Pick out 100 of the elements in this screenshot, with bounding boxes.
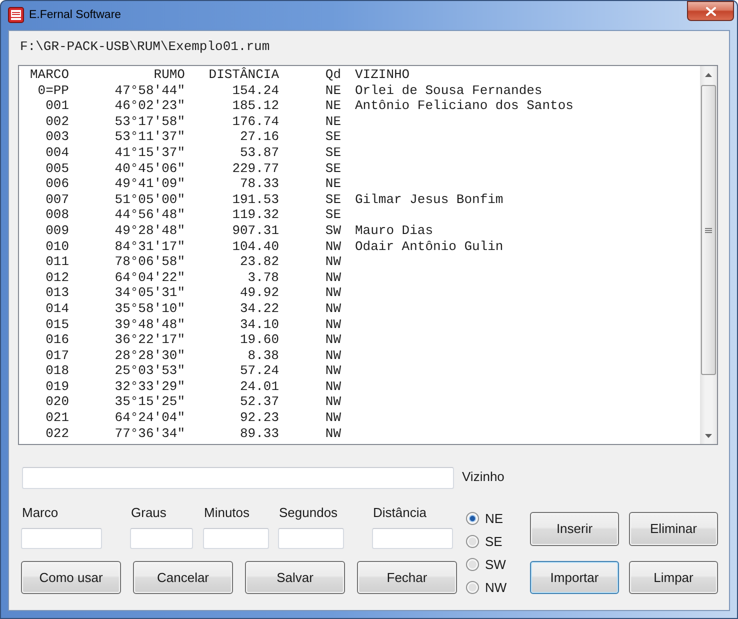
table-cell-text: 014 [44, 300, 69, 316]
table-cell-text: NW [324, 300, 341, 316]
table-cell-text: 004 [44, 144, 69, 161]
table-cell-text: 28°28'30" [114, 348, 185, 364]
dialog-button[interactable]: Como usar [21, 561, 121, 594]
dialog-button[interactable]: Inserir [530, 512, 619, 546]
table-cell-text: 012 [44, 270, 69, 286]
table-cell-text: 53°17'58" [114, 114, 185, 130]
table-cell-text: 022 [44, 426, 69, 442]
table-cell-text: SE [324, 207, 341, 223]
table-cell-text: 47°58'44" [114, 82, 185, 98]
dialog-button[interactable]: Fechar [357, 561, 457, 594]
table-cell-text: 185.12 [231, 98, 279, 114]
table-cell-text: NW [324, 410, 341, 426]
table-cell-text: 104.40 [231, 238, 279, 254]
close-button[interactable] [687, 1, 734, 21]
table-cell-text: NW [324, 394, 341, 410]
column-header: DISTÂNCIA [208, 67, 279, 83]
table-cell-text: 005 [44, 160, 69, 176]
column-header: MARCO [28, 67, 69, 83]
table-cell-text: 018 [44, 363, 69, 379]
dialog-button[interactable]: Limpar [629, 561, 718, 594]
table-cell-text: 64°04'22" [114, 270, 185, 286]
table-cell-text: 25°03'53" [114, 363, 185, 379]
text-field[interactable] [203, 528, 269, 549]
table-cell-text: 92.23 [238, 410, 279, 426]
table-cell-text: SE [324, 160, 341, 176]
arrow-down-icon [705, 434, 712, 438]
text-field[interactable] [130, 528, 193, 549]
table-cell-text: 3.78 [246, 270, 279, 286]
text-field[interactable] [372, 528, 453, 549]
table-cell-text: NW [324, 363, 341, 379]
table-cell-text: 013 [44, 285, 69, 301]
table-cell-text: 010 [44, 238, 69, 254]
table-cell-text: 008 [44, 207, 69, 223]
table-cell-text: 016 [44, 332, 69, 348]
table-cell-text: NW [324, 332, 341, 348]
table-cell-text: NW [324, 316, 341, 332]
table-cell-text: 57.24 [238, 363, 279, 379]
grip-icon [705, 228, 712, 232]
table-cell-text: 017 [44, 348, 69, 364]
table-cell-text: NW [324, 254, 341, 270]
dialog-button[interactable]: Eliminar [629, 512, 718, 546]
dialog-button[interactable]: Importar [530, 561, 619, 594]
table-cell-text: NW [324, 285, 341, 301]
table-cell-text: 89.33 [238, 426, 279, 442]
table-cell-text: 53°11'37" [114, 129, 185, 145]
radio-option[interactable]: NW [466, 576, 507, 599]
table-cell-text: NE [324, 82, 341, 98]
scrollbar-thumb[interactable] [701, 85, 716, 375]
table-cell-text: 191.53 [231, 192, 279, 208]
radio-option[interactable]: SE [466, 530, 502, 553]
column-header: Qd [324, 67, 341, 83]
table-cell-text: 119.32 [231, 207, 279, 223]
table-cell-text: 8.38 [246, 348, 279, 364]
table-cell-text: 78.33 [238, 176, 279, 192]
table-cell-text: 78°06'58" [114, 254, 185, 270]
text-field[interactable] [21, 528, 102, 549]
table-cell-text: 40°45'06" [114, 160, 185, 176]
table-cell-text: 84°31'17" [114, 238, 185, 254]
table-cell-text: 53.87 [238, 144, 279, 161]
table-cell-text: NW [324, 426, 341, 442]
dialog-button[interactable]: Salvar [245, 561, 345, 594]
close-icon [706, 6, 716, 16]
table-cell-text: 27.16 [238, 129, 279, 145]
table-cell-text: 35°15'25" [114, 394, 185, 410]
text-field[interactable] [22, 467, 454, 489]
table-cell-text: 006 [44, 176, 69, 192]
table-cell-text: NW [324, 238, 341, 254]
table-cell-text: 77°36'34" [114, 426, 185, 442]
radio-option[interactable]: SW [466, 553, 506, 576]
table-cell-text: 020 [44, 394, 69, 410]
table-cell-text: 39°48'48" [114, 316, 185, 332]
table-cell-text: NW [324, 378, 341, 394]
table-cell-text: 015 [44, 316, 69, 332]
table-cell-text: 003 [44, 129, 69, 145]
table-cell-text: SE [324, 129, 341, 145]
table-cell-text: NE [324, 114, 341, 130]
radio-option[interactable]: NE [466, 507, 504, 530]
field-label: Segundos [278, 505, 338, 521]
column-header: VIZINHO [354, 67, 411, 83]
table-cell-text: 34.22 [238, 300, 279, 316]
field-label: Graus [130, 505, 166, 521]
table-cell-text: Orlei de Sousa Fernandes [354, 82, 544, 98]
table-cell-text: 021 [44, 410, 69, 426]
file-path: F:\GR-PACK-USB\RUM\Exemplo01.rum [20, 39, 270, 54]
window-title: E.Fernal Software [29, 8, 122, 23]
field-label: Marco [21, 505, 58, 521]
field-label: Distância [372, 505, 426, 521]
table-cell-text: 32°33'29" [114, 378, 185, 394]
table-cell-text: NW [324, 270, 341, 286]
text-field[interactable] [278, 528, 344, 549]
table-cell-text: 49.92 [238, 285, 279, 301]
table-cell-text: 229.77 [231, 160, 279, 176]
table-cell-text: 23.82 [238, 254, 279, 270]
table-cell-text: 64°24'04" [114, 410, 185, 426]
table-cell-text: 907.31 [231, 222, 279, 239]
table-cell-text: 46°02'23" [114, 98, 185, 114]
table-cell-text: NE [324, 98, 341, 114]
dialog-button[interactable]: Cancelar [133, 561, 233, 594]
